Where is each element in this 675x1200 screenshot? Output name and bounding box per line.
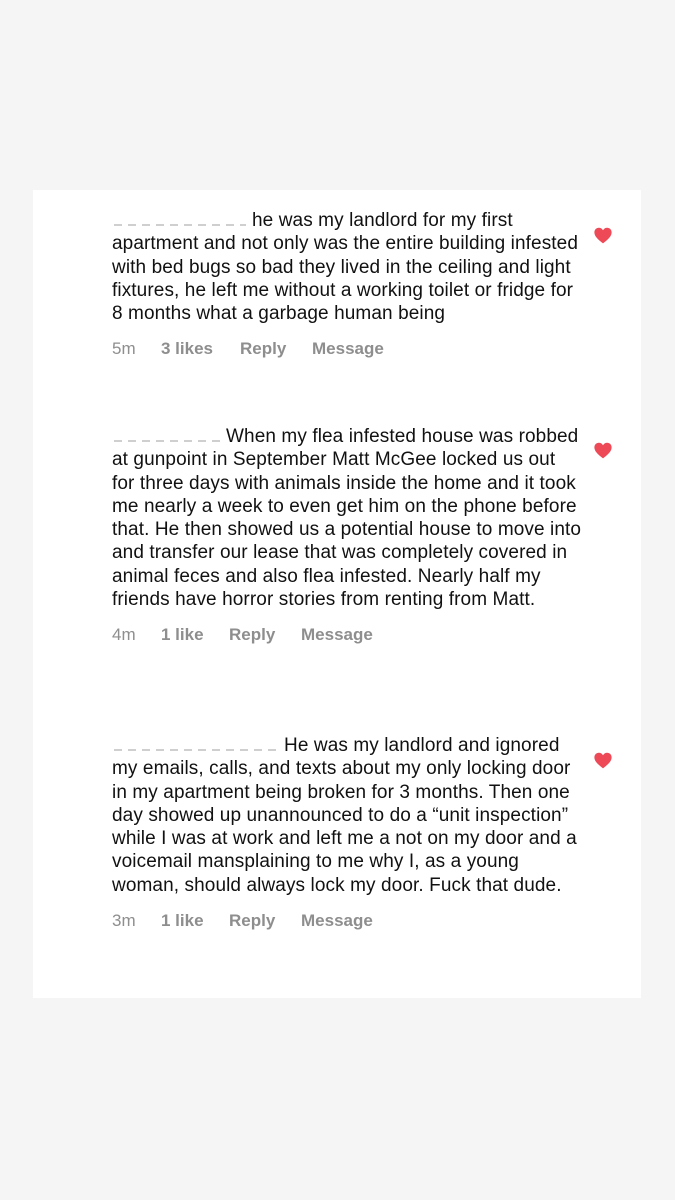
comment-time: 4m — [112, 625, 136, 645]
redacted-username — [112, 209, 252, 229]
heart-icon[interactable] — [594, 752, 612, 769]
heart-icon[interactable] — [594, 442, 612, 459]
likes-count[interactable]: 3 likes — [161, 339, 240, 359]
likes-count[interactable]: 1 like — [161, 911, 229, 931]
comment-meta: 5m 3 likes Reply Message — [112, 339, 582, 359]
message-button[interactable]: Message — [301, 625, 373, 645]
redacted-username — [112, 425, 226, 445]
likes-count[interactable]: 1 like — [161, 625, 229, 645]
comment-meta: 3m 1 like Reply Message — [112, 911, 582, 931]
comments-panel: he was my landlord for my first apartmen… — [33, 190, 641, 998]
message-button[interactable]: Message — [312, 339, 384, 359]
comment-item: he was my landlord for my first apartmen… — [112, 209, 582, 359]
comment-text: He was my landlord and ignored my emails… — [112, 735, 577, 896]
comment-text: When my flea infested house was robbed a… — [112, 426, 582, 611]
redacted-username — [112, 734, 284, 754]
reply-button[interactable]: Reply — [240, 339, 312, 359]
heart-icon[interactable] — [594, 227, 612, 244]
comment-body: When my flea infested house was robbed a… — [112, 425, 582, 611]
comment-item: When my flea infested house was robbed a… — [112, 425, 582, 645]
reply-button[interactable]: Reply — [229, 911, 301, 931]
comment-body: he was my landlord for my first apartmen… — [112, 209, 582, 325]
reply-button[interactable]: Reply — [229, 625, 301, 645]
comment-body: He was my landlord and ignored my emails… — [112, 734, 582, 897]
comment-time: 3m — [112, 911, 136, 931]
message-button[interactable]: Message — [301, 911, 373, 931]
comment-meta: 4m 1 like Reply Message — [112, 625, 582, 645]
comment-item: He was my landlord and ignored my emails… — [112, 734, 582, 931]
comment-time: 5m — [112, 339, 136, 359]
